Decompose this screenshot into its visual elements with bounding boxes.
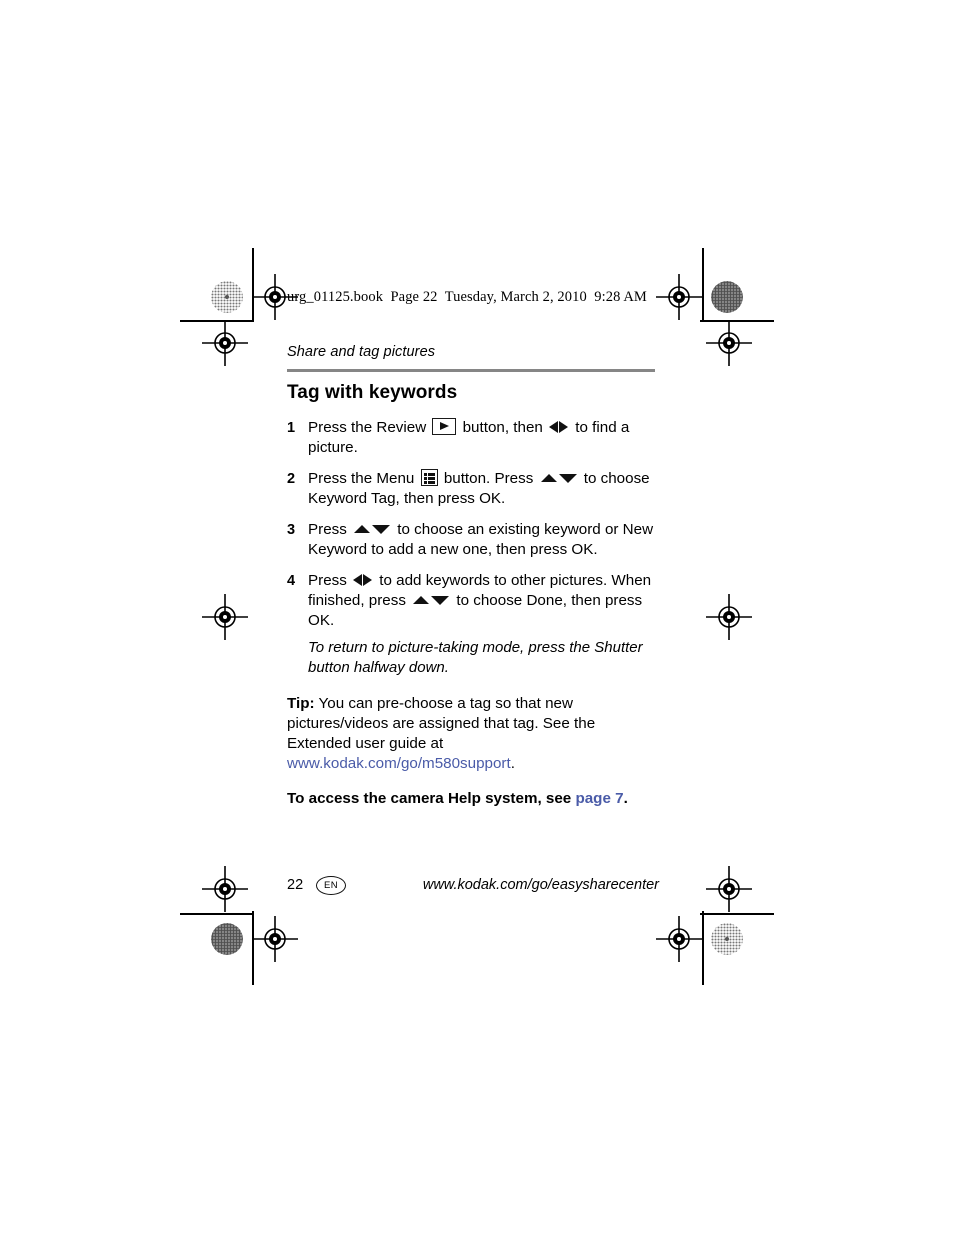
trim-line-right-bottom <box>702 911 704 985</box>
review-button-icon <box>432 418 457 435</box>
menu-button-icon <box>420 469 438 486</box>
trim-line-bottom-left <box>180 913 254 915</box>
trim-line-right-top <box>702 248 704 322</box>
registration-mark-left-middle <box>202 594 248 640</box>
registration-mark-top-right-inner <box>706 320 752 366</box>
up-arrow-icon <box>413 595 430 604</box>
registration-mark-bottom-left-inner <box>252 916 298 962</box>
footer-url: www.kodak.com/go/easysharecenter <box>422 877 659 893</box>
step-item-2: 2 Press the Menu button. Press to choose… <box>287 469 659 509</box>
step-number: 2 <box>287 471 296 487</box>
step-number: 3 <box>287 522 296 538</box>
running-head: Share and tag pictures <box>287 344 436 360</box>
halftone-target-bottom-right <box>711 923 743 955</box>
step-note: To return to picture-taking mode, press … <box>308 639 643 676</box>
trim-line-bottom-right <box>700 913 774 915</box>
registration-mark-bottom-left <box>202 866 248 912</box>
down-arrow-icon <box>558 473 577 483</box>
book-file-info-line: urg_01125.book Page 22 Tuesday, March 2,… <box>287 289 647 305</box>
step-item-4: 4 Press to add keywords to other picture… <box>287 571 659 678</box>
down-arrow-icon <box>372 524 391 534</box>
page-content: Share and tag pictures Tag with keywords… <box>287 344 659 824</box>
language-badge: EN <box>316 876 346 895</box>
help-system-line: To access the camera Help system, see pa… <box>287 789 659 809</box>
halftone-target-top-right <box>711 281 743 313</box>
up-arrow-icon <box>540 473 557 482</box>
step-text-b: button. Press <box>439 470 538 487</box>
page-number: 22 <box>287 877 304 893</box>
step-item-3: 3 Press to choose an existing keyword or… <box>287 520 659 560</box>
step-item-1: 1 Press the Review button, then to find … <box>287 418 659 458</box>
registration-mark-bottom-right <box>706 866 752 912</box>
step-number: 4 <box>287 573 296 589</box>
tip-period: . <box>510 755 515 772</box>
tip-body: You can pre-choose a tag so that new pic… <box>287 695 596 752</box>
step-text-a: Press <box>308 572 352 589</box>
step-text-b: button, then <box>458 419 548 436</box>
registration-mark-right-middle <box>706 594 752 640</box>
help-period: . <box>623 790 628 808</box>
registration-mark-top-left-inner <box>202 320 248 366</box>
left-arrow-icon <box>353 574 363 587</box>
halftone-target-top-left <box>211 281 243 313</box>
step-text-a: Press the Review <box>308 419 431 436</box>
left-arrow-icon <box>549 421 559 434</box>
up-arrow-icon <box>354 524 371 533</box>
right-arrow-icon <box>363 574 373 587</box>
page-footer: 22 EN www.kodak.com/go/easysharecenter <box>287 876 659 898</box>
halftone-target-bottom-left <box>211 923 243 955</box>
right-arrow-icon <box>559 421 569 434</box>
registration-mark-top-right <box>656 274 702 320</box>
registration-mark-bottom-right-inner <box>656 916 702 962</box>
help-text: To access the camera Help system, see <box>287 790 576 808</box>
header-rule <box>287 369 655 372</box>
procedure-steps: 1 Press the Review button, then to find … <box>287 418 659 678</box>
step-number: 1 <box>287 420 296 436</box>
step-text-a: Press <box>308 521 352 538</box>
down-arrow-icon <box>431 595 450 605</box>
page-title: Tag with keywords <box>287 382 458 403</box>
support-link[interactable]: www.kodak.com/go/m580support <box>287 755 511 772</box>
step-text-a: Press the Menu <box>308 470 419 487</box>
tip-paragraph: Tip: You can pre-choose a tag so that ne… <box>287 694 659 774</box>
tip-label: Tip: <box>287 695 315 712</box>
page-7-link[interactable]: page 7 <box>575 790 623 807</box>
